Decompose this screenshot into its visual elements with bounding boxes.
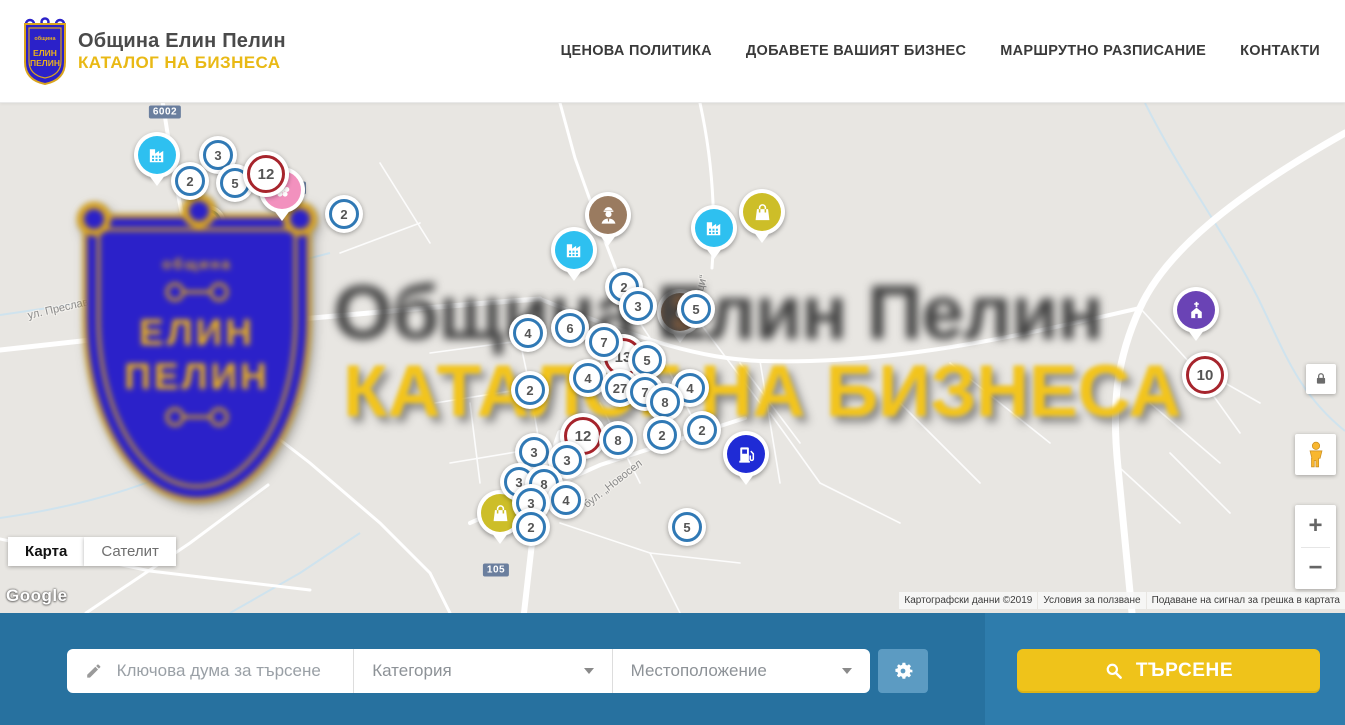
pencil-icon	[85, 661, 103, 681]
map-type-control: Карта Сателит	[8, 537, 176, 566]
search-button[interactable]: ТЪРСЕНЕ	[1017, 649, 1320, 693]
svg-text:ПЕЛИН: ПЕЛИН	[30, 58, 60, 68]
site-title: Община Елин Пелин	[78, 30, 286, 53]
site-logo[interactable]: община ЕЛИН ПЕЛИН Община Елин Пелин КАТА…	[22, 16, 286, 86]
nav-item[interactable]: ЦЕНОВА ПОЛИТИКА	[561, 43, 712, 59]
gear-icon	[891, 659, 915, 683]
keyword-search-input[interactable]	[115, 660, 336, 682]
category-select[interactable]: Категория	[353, 649, 611, 693]
zoom-out-button[interactable]: −	[1295, 548, 1336, 590]
map-controls-layer: Карта Сателит Google Картографски данни …	[0, 103, 1345, 613]
municipality-crest-icon: община ЕЛИН ПЕЛИН	[22, 16, 68, 86]
pegman-icon	[1305, 440, 1327, 470]
zoom-in-button[interactable]: +	[1295, 505, 1336, 547]
map[interactable]: 6002105ул. Преславбул. „Новоселци“ 2 общ…	[0, 103, 1345, 613]
advanced-settings-button[interactable]	[878, 649, 928, 693]
google-logo[interactable]: Google	[6, 586, 68, 606]
attribution-link[interactable]: Подаване на сигнал за грешка в картата	[1147, 592, 1345, 609]
chevron-down-icon	[842, 668, 852, 674]
map-type-satellite-button[interactable]: Сателит	[84, 537, 176, 566]
map-attribution: Картографски данни ©2019Условия за ползв…	[899, 592, 1345, 609]
nav-item[interactable]: МАРШРУТНО РАЗПИСАНИЕ	[1000, 43, 1206, 59]
search-box: Категория Местоположение	[67, 649, 870, 693]
nav-item[interactable]: КОНТАКТИ	[1240, 43, 1320, 59]
site-subtitle: КАТАЛОГ НА БИЗНЕСА	[78, 53, 286, 73]
search-bar: Категория Местоположение ТЪРСЕНЕ	[0, 613, 1345, 725]
search-icon	[1104, 661, 1124, 681]
svg-text:ЕЛИН: ЕЛИН	[33, 48, 57, 58]
nav-item[interactable]: ДОБАВЕТЕ ВАШИЯТ БИЗНЕС	[746, 43, 966, 59]
location-select[interactable]: Местоположение	[612, 649, 870, 693]
lock-button[interactable]	[1306, 364, 1336, 394]
search-button-label: ТЪРСЕНЕ	[1136, 660, 1233, 682]
map-type-map-button[interactable]: Карта	[8, 537, 84, 566]
site-header: община ЕЛИН ПЕЛИН Община Елин Пелин КАТА…	[0, 0, 1345, 103]
zoom-control: + −	[1295, 505, 1336, 589]
attribution-text: Картографски данни ©2019	[899, 592, 1037, 609]
street-view-pegman-button[interactable]	[1295, 434, 1336, 475]
svg-text:община: община	[34, 35, 56, 42]
attribution-link[interactable]: Условия за ползване	[1038, 592, 1145, 609]
chevron-down-icon	[584, 668, 594, 674]
keyword-section	[67, 649, 353, 693]
lock-icon	[1314, 372, 1328, 386]
main-nav: ЦЕНОВА ПОЛИТИКА ДОБАВЕТЕ ВАШИЯТ БИЗНЕС МАР…	[561, 43, 1320, 59]
location-select-label: Местоположение	[631, 661, 767, 681]
category-select-label: Категория	[372, 661, 451, 681]
